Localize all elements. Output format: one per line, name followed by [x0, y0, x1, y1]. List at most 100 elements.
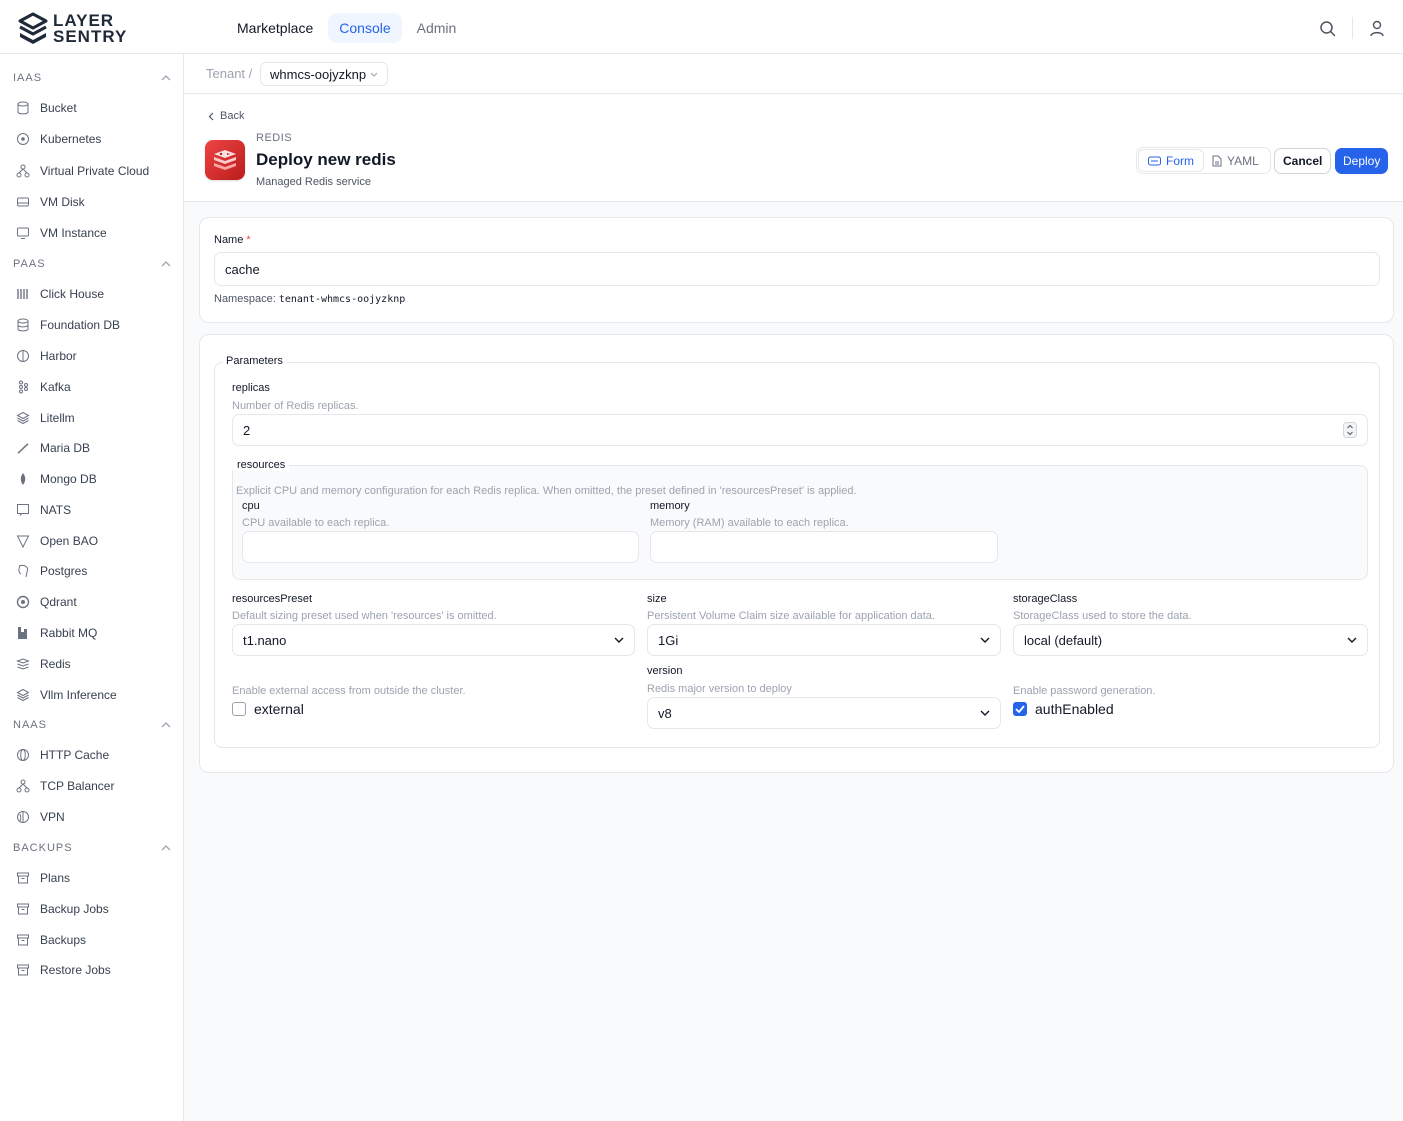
- sidebar-item-tcp-balancer[interactable]: TCP Balancer: [16, 776, 114, 796]
- layers-logo-icon: [18, 12, 48, 44]
- sealion-icon: [17, 443, 29, 454]
- sidebar-item-kubernetes[interactable]: Kubernetes: [16, 129, 101, 149]
- chevron-up-icon: [161, 75, 171, 81]
- cpu-input[interactable]: [242, 531, 639, 563]
- sidebar-section-naas[interactable]: NAAS: [13, 716, 171, 734]
- sidebar-item-vllm-inference[interactable]: Vllm Inference: [16, 685, 117, 705]
- back-link[interactable]: Back: [208, 110, 244, 122]
- nats-icon: [17, 504, 29, 516]
- resources-preset-select[interactable]: t1.nano: [232, 624, 635, 656]
- sidebar-item-harbor[interactable]: Harbor: [16, 346, 77, 366]
- parameters-card: Parameters replicas Number of Redis repl…: [199, 334, 1394, 773]
- replicas-help: Number of Redis replicas.: [232, 400, 359, 412]
- checkbox-box[interactable]: [232, 702, 246, 716]
- page-title: Deploy new redis: [256, 150, 396, 169]
- sidebar-section-iaas[interactable]: IAAS: [13, 69, 171, 87]
- resources-preset-label: resourcesPreset: [232, 593, 313, 605]
- chevron-up-icon: [161, 722, 171, 728]
- size-select[interactable]: 1Gi: [647, 624, 1001, 656]
- resources-preset-help: Default sizing preset used when 'resourc…: [232, 610, 497, 622]
- resources-legend: resources: [233, 459, 290, 471]
- sidebar-item-vm-disk[interactable]: VM Disk: [16, 192, 85, 212]
- sidebar-item-vm-instance[interactable]: VM Instance: [16, 223, 107, 243]
- sidebar-item-plans[interactable]: Plans: [16, 868, 70, 888]
- replicas-input[interactable]: 2: [232, 414, 1368, 446]
- cpu-label: cpu: [242, 500, 260, 512]
- deploy-button[interactable]: Deploy: [1335, 148, 1389, 174]
- tenant-selector[interactable]: whmcs-oojyzknp: [260, 62, 389, 86]
- sidebar-item-redis[interactable]: Redis: [16, 654, 71, 674]
- memory-label: memory: [650, 500, 690, 512]
- breadcrumb-tenant[interactable]: Tenant /: [206, 66, 252, 81]
- elephant-icon: [18, 564, 28, 578]
- sidebar-item-http-cache[interactable]: HTTP Cache: [16, 745, 109, 765]
- version-label: version: [647, 665, 683, 677]
- redis-icon: [16, 658, 30, 670]
- sidebar-item-qdrant[interactable]: Qdrant: [16, 592, 77, 612]
- sidebar-item-foundation-db[interactable]: Foundation DB: [16, 315, 120, 335]
- sidebar-item-vpn[interactable]: VPN: [16, 807, 65, 827]
- sidebar-item-rabbit-mq[interactable]: Rabbit MQ: [16, 623, 97, 643]
- kubernetes-icon: [17, 133, 29, 145]
- number-stepper-icon[interactable]: [1343, 422, 1357, 438]
- sidebar-item-maria-db[interactable]: Maria DB: [16, 438, 90, 458]
- version-select[interactable]: v8: [647, 697, 1001, 729]
- sidebar-item-postgres[interactable]: Postgres: [16, 561, 87, 581]
- checkbox-box[interactable]: [1013, 702, 1027, 716]
- cpu-help: CPU available to each replica.: [242, 517, 390, 529]
- top-nav: Marketplace Console Admin: [226, 13, 467, 43]
- sidebar-item-open-bao[interactable]: Open BAO: [16, 531, 98, 551]
- archive-icon: [17, 964, 29, 976]
- page-header: Back REDIS Deploy new redis Managed Redi…: [184, 95, 1403, 202]
- storage-class-select[interactable]: local (default): [1013, 624, 1368, 656]
- external-checkbox[interactable]: external: [232, 701, 304, 717]
- top-actions: [1319, 17, 1385, 39]
- globe-icon: [17, 749, 29, 761]
- auth-enabled-checkbox[interactable]: authEnabled: [1013, 701, 1114, 717]
- sidebar-section-paas[interactable]: PAAS: [13, 255, 171, 273]
- shield-icon: [16, 535, 30, 548]
- name-card: Name * cache Namespace: tenant-whmcs-ooj…: [199, 217, 1394, 323]
- view-toggle: Form YAML: [1136, 147, 1271, 174]
- sidebar-section-backups[interactable]: BACKUPS: [13, 839, 171, 857]
- cancel-button[interactable]: Cancel: [1274, 148, 1332, 174]
- tab-form[interactable]: Form: [1139, 150, 1203, 171]
- harbor-icon: [17, 350, 29, 362]
- sidebar: IAAS Bucket Kubernetes Virtual Private C…: [0, 54, 184, 1121]
- sidebar-item-nats[interactable]: NATS: [16, 500, 71, 520]
- divider: [1352, 17, 1353, 39]
- nav-admin[interactable]: Admin: [406, 13, 468, 43]
- auth-enabled-help: Enable password generation.: [1013, 685, 1156, 697]
- sidebar-item-vpc[interactable]: Virtual Private Cloud: [16, 161, 149, 181]
- disk-icon: [17, 197, 29, 207]
- breadcrumb: Tenant / whmcs-oojyzknp: [184, 54, 1403, 94]
- database-icon: [17, 101, 29, 115]
- name-input[interactable]: cache: [214, 252, 1380, 286]
- search-icon[interactable]: [1319, 20, 1336, 37]
- nav-console[interactable]: Console: [328, 13, 402, 43]
- monitor-icon: [17, 227, 29, 239]
- page-subtitle: Managed Redis service: [256, 176, 371, 188]
- sidebar-item-bucket[interactable]: Bucket: [16, 98, 77, 118]
- chevron-up-icon: [161, 845, 171, 851]
- chevron-down-icon: [980, 710, 990, 716]
- memory-help: Memory (RAM) available to each replica.: [650, 517, 849, 529]
- user-icon[interactable]: [1369, 20, 1385, 37]
- memory-input[interactable]: [650, 531, 998, 563]
- sidebar-item-backups[interactable]: Backups: [16, 930, 86, 950]
- sidebar-item-mongo-db[interactable]: Mongo DB: [16, 469, 97, 489]
- brand-logo[interactable]: LAYER SENTRY: [18, 12, 127, 46]
- sidebar-item-restore-jobs[interactable]: Restore Jobs: [16, 960, 111, 980]
- sidebar-item-backup-jobs[interactable]: Backup Jobs: [16, 899, 109, 919]
- chevron-down-icon: [614, 637, 624, 643]
- chevron-up-icon: [161, 261, 171, 267]
- sidebar-item-litellm[interactable]: Litellm: [16, 408, 75, 428]
- tab-yaml[interactable]: YAML: [1203, 150, 1268, 171]
- nav-marketplace[interactable]: Marketplace: [226, 13, 324, 43]
- sidebar-item-kafka[interactable]: Kafka: [16, 377, 71, 397]
- kafka-icon: [19, 380, 28, 394]
- app-kicker: REDIS: [256, 132, 293, 144]
- sidebar-item-click-house[interactable]: Click House: [16, 284, 104, 304]
- network-icon: [16, 164, 30, 178]
- parameters-legend: Parameters: [222, 355, 287, 367]
